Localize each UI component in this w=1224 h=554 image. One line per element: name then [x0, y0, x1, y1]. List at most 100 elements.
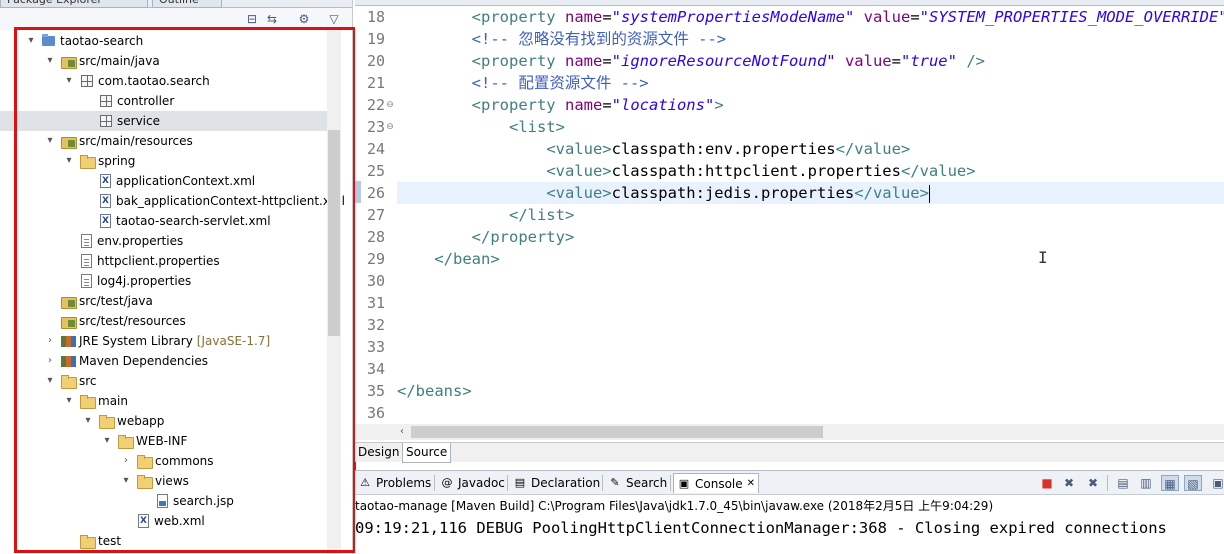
expanded-chevron-icon[interactable]: ▾ — [81, 414, 95, 428]
expanded-chevron-icon[interactable]: ▾ — [62, 154, 76, 168]
tree-item[interactable]: controller — [0, 91, 330, 111]
code-line[interactable]: <property name="systemPropertiesModeName… — [397, 6, 1224, 28]
tree-item[interactable]: ▾ webapp — [0, 411, 330, 431]
tree-item[interactable]: ▾ views — [0, 471, 330, 491]
code-line[interactable]: </property> — [397, 226, 575, 248]
tree-item[interactable]: env.properties — [0, 231, 330, 251]
chevron-down-icon[interactable]: ▽ — [326, 11, 342, 27]
code-line[interactable]: <list> — [397, 116, 565, 138]
tree-item[interactable]: src/test/resources — [0, 311, 330, 331]
scroll-left-icon[interactable]: ‹ — [395, 424, 409, 440]
code-line[interactable]: </beans> — [397, 380, 472, 402]
expanded-chevron-icon[interactable]: ▾ — [62, 394, 76, 408]
tree-item[interactable]: ▾ src/main/resources — [0, 131, 330, 151]
tree-item[interactable]: XapplicationContext.xml — [0, 171, 330, 191]
tab-package-explorer[interactable]: Package Explorer — [0, 0, 148, 8]
horizontal-scrollbar-thumb[interactable] — [411, 426, 823, 438]
remove-all-launches-icon[interactable]: ✖ — [1084, 475, 1102, 491]
word-wrap-icon[interactable]: ▦ — [1161, 475, 1179, 491]
tree-item[interactable]: search.jsp — [0, 491, 330, 511]
code-line[interactable]: <value>classpath:jedis.properties</value… — [397, 182, 1224, 204]
expanded-chevron-icon[interactable]: ▾ — [62, 74, 76, 88]
expanded-chevron-icon[interactable]: ▾ — [119, 474, 133, 488]
collapsed-chevron-icon[interactable]: › — [119, 454, 133, 468]
fold-toggle-icon[interactable]: ⊖ — [385, 94, 395, 116]
source-folder-icon — [60, 293, 77, 309]
pin-console-icon[interactable]: ▧ — [1184, 475, 1202, 491]
tree-item-label: Maven Dependencies — [79, 354, 209, 368]
tree-item-label: commons — [155, 454, 214, 468]
link-with-editor-icon[interactable]: ⇆ — [264, 11, 280, 27]
tab-label: Problems — [376, 476, 432, 490]
tree-item[interactable]: ▾ spring — [0, 151, 330, 171]
expanded-chevron-icon[interactable]: ▾ — [24, 34, 38, 48]
collapse-all-icon[interactable]: ⊟ — [244, 11, 260, 27]
tab-source[interactable]: Source — [402, 443, 452, 463]
tab-javadoc[interactable]: @ Javadoc — [437, 473, 508, 493]
code-token: </beans> — [397, 382, 472, 400]
code-line[interactable]: <!-- 配置资源文件 --> — [397, 72, 649, 94]
tree-item[interactable]: Xbak_applicationContext-httpclient.xml — [0, 191, 345, 211]
tree-item[interactable]: ▾ main — [0, 391, 330, 411]
expanded-chevron-icon[interactable]: ▾ — [43, 134, 57, 148]
remove-launch-icon[interactable]: ✖ — [1060, 475, 1078, 491]
tree-item[interactable]: service — [0, 111, 330, 131]
editor-horizontal-scrollbar[interactable]: ‹ — [355, 424, 1224, 440]
xml-editor[interactable]: 18 19 20 21 22 ⊖ 23 ⊖ 24 25 26 27 28 29 30 31 32 33 34 35 36… — [355, 0, 1224, 442]
code-line[interactable]: <property name="ignoreResourceNotFound" … — [397, 50, 985, 72]
tab-outline[interactable]: Outline — [152, 0, 222, 8]
tree-item[interactable]: ▾ taotao-search — [0, 31, 330, 51]
tab-console[interactable]: ▣ Console ✕ — [673, 473, 760, 493]
tree-item[interactable]: ▾ src — [0, 371, 330, 391]
explorer-scrollbar[interactable] — [327, 30, 341, 554]
tree-item[interactable]: ▾ WEB-INF — [0, 431, 330, 451]
expanded-chevron-icon[interactable]: ▾ — [43, 54, 57, 68]
tab-declaration[interactable]: ▤ Declaration — [510, 473, 603, 493]
expanded-chevron-icon[interactable]: ▾ — [100, 434, 114, 448]
tree-item[interactable]: httpclient.properties — [0, 251, 330, 271]
fold-toggle-icon[interactable]: ⊖ — [385, 116, 395, 138]
tree-item[interactable]: › Maven Dependencies — [0, 351, 330, 371]
code-token: value — [844, 52, 892, 70]
tab-design[interactable]: Design — [355, 443, 402, 463]
tree-item[interactable]: ▾ com.taotao.search — [0, 71, 330, 91]
tab-search[interactable]: ✎ Search — [605, 473, 670, 493]
scroll-lock-icon[interactable]: ▥ — [1137, 475, 1155, 491]
line-number: 31 — [366, 294, 385, 312]
code-line[interactable]: <!-- 忽略没有找到的资源文件 --> — [397, 28, 727, 50]
tree-item[interactable]: src/test/java — [0, 291, 330, 311]
folder-icon — [136, 453, 153, 469]
view-menu-icon[interactable]: ⚙ — [296, 11, 312, 27]
code-line[interactable]: </bean> — [397, 248, 499, 270]
tree-item[interactable]: Xweb.xml — [0, 511, 330, 531]
clear-console-icon[interactable]: ▤ — [1114, 475, 1132, 491]
display-console-icon[interactable]: ▣ — [1209, 475, 1224, 491]
library-icon — [60, 333, 76, 349]
terminate-icon[interactable]: ■ — [1038, 475, 1056, 491]
tree-item[interactable]: › JRE System Library [JavaSE-1.7] — [0, 331, 330, 351]
tree-item[interactable]: test — [0, 531, 330, 551]
line-number: 32 — [366, 316, 385, 334]
code-line[interactable]: <value>classpath:env.properties</value> — [397, 138, 910, 160]
tree-item[interactable]: › commons — [0, 451, 330, 471]
code-token: <property — [471, 96, 565, 114]
tab-problems[interactable]: ⚠ Problems — [355, 473, 434, 493]
code-line[interactable]: <value>classpath:httpclient.properties</… — [397, 160, 975, 182]
code-line[interactable]: </list> — [397, 204, 574, 226]
tree-item[interactable]: ▾ src/main/java — [0, 51, 330, 71]
tree-item[interactable]: Xtaotao-search-servlet.xml — [0, 211, 330, 231]
code-token: "ignoreResourceNotFound" — [611, 52, 836, 70]
explorer-scrollbar-thumb[interactable] — [328, 130, 340, 336]
tree-item[interactable]: log4j.properties — [0, 271, 330, 291]
problems-icon: ⚠ — [360, 476, 370, 489]
code-line[interactable]: <property name="locations"> — [397, 94, 724, 116]
line-number: 19 — [366, 30, 385, 48]
collapsed-chevron-icon[interactable]: › — [43, 334, 57, 348]
expanded-chevron-icon[interactable]: ▾ — [43, 374, 57, 388]
close-icon[interactable]: ✕ — [747, 478, 755, 489]
console-icon: ▣ — [678, 476, 690, 490]
collapsed-chevron-icon[interactable]: › — [43, 354, 57, 368]
